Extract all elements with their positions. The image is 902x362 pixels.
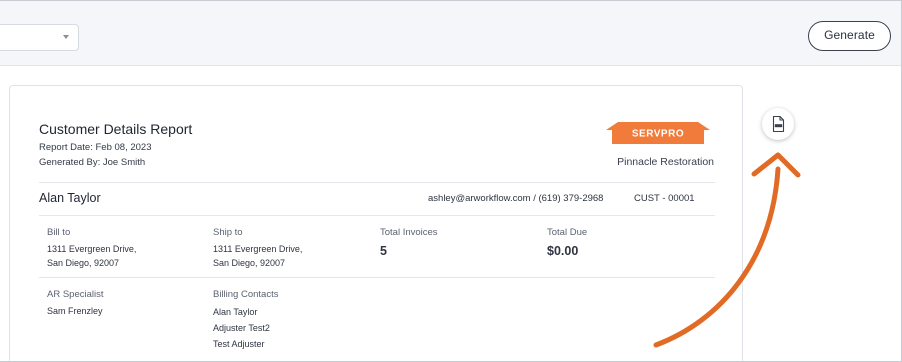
bill-to-address: 1311 Evergreen Drive, San Diego, 92007 xyxy=(47,244,137,268)
customer-name: Alan Taylor xyxy=(39,191,101,205)
ship-to-label: Ship to xyxy=(213,227,243,238)
customer-contact: ashley@arworkflow.com / (619) 379-2968 xyxy=(428,193,604,204)
filter-select[interactable] xyxy=(0,24,79,51)
annotation-arrow-icon xyxy=(653,152,801,348)
billing-contacts-label: Billing Contacts xyxy=(213,289,279,300)
pdf-icon xyxy=(772,115,785,133)
divider xyxy=(39,277,715,278)
generated-by: Generated By: Joe Smith xyxy=(39,157,146,168)
generate-button[interactable]: Generate xyxy=(808,21,891,51)
svg-text:SERVPRO: SERVPRO xyxy=(632,129,684,140)
list-item: Adjuster Test2 xyxy=(213,323,270,333)
ar-specialist-value: Sam Frenzley xyxy=(47,306,103,316)
ship-to-address: 1311 Evergreen Drive, San Diego, 92007 xyxy=(213,244,303,268)
total-due-value: $0.00 xyxy=(547,244,579,258)
divider xyxy=(39,215,715,216)
billing-contacts-list: Alan Taylor Adjuster Test2 Test Adjuster xyxy=(213,304,270,352)
total-invoices-value: 5 xyxy=(380,244,387,258)
top-toolbar: Generate xyxy=(0,1,901,66)
app-frame: Generate Customer Details Report Report … xyxy=(0,0,902,362)
download-pdf-button[interactable] xyxy=(762,108,794,140)
divider xyxy=(39,182,715,183)
list-item: Test Adjuster xyxy=(213,339,265,349)
ar-specialist-label: AR Specialist xyxy=(47,289,104,300)
report-title: Customer Details Report xyxy=(39,121,193,137)
report-date: Report Date: Feb 08, 2023 xyxy=(39,142,152,153)
bill-to-label: Bill to xyxy=(47,227,71,238)
report-preview-card: Customer Details Report Report Date: Feb… xyxy=(9,85,743,361)
total-due-label: Total Due xyxy=(547,227,588,238)
list-item: Alan Taylor xyxy=(213,307,258,317)
chevron-down-icon xyxy=(63,35,69,39)
total-invoices-label: Total Invoices xyxy=(380,227,438,238)
